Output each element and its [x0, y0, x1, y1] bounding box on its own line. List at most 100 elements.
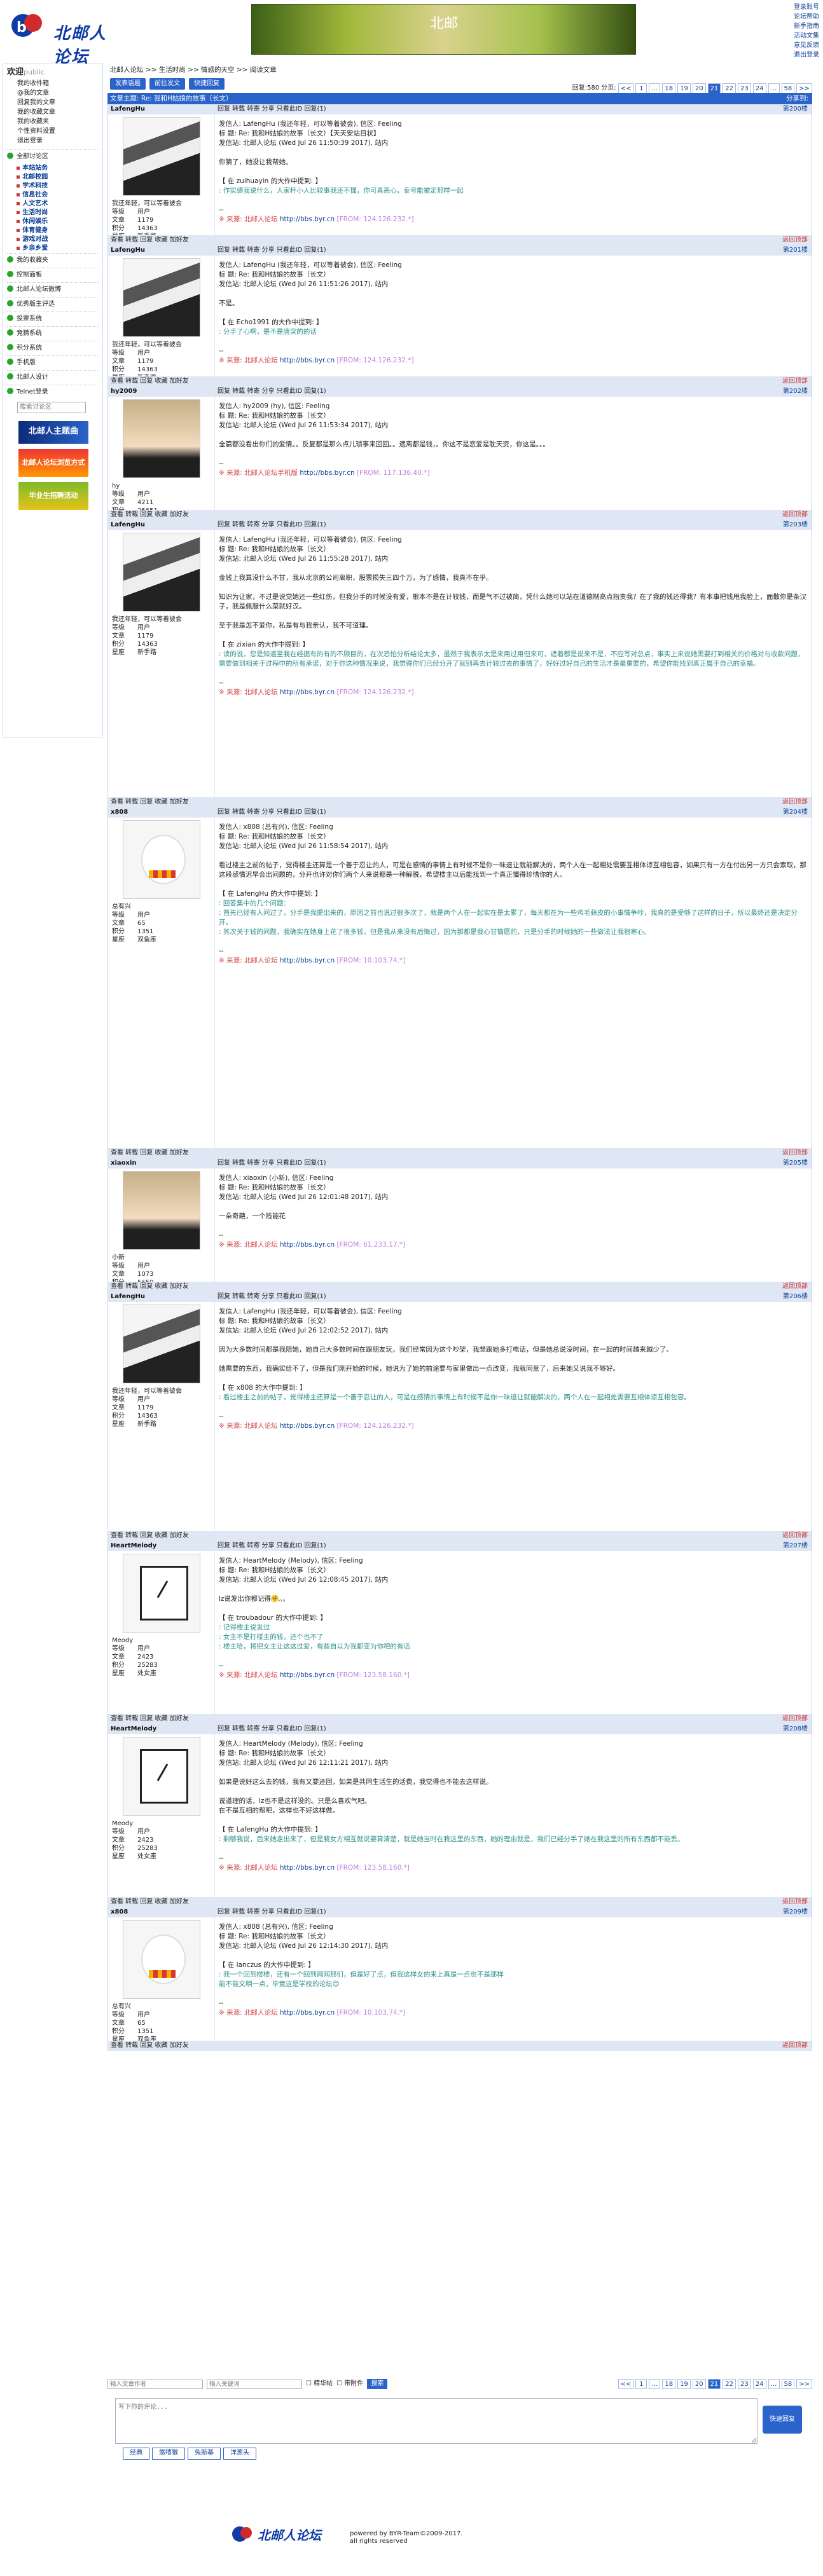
sidebar-link[interactable]: 我的收藏夹: [7, 117, 99, 127]
top-banner[interactable]: 北邮: [251, 4, 636, 55]
sidebar-sub-board[interactable]: 本站站务: [7, 164, 99, 173]
page-link[interactable]: <<: [618, 83, 634, 93]
post-footer-actions[interactable]: 查看 转载 回复 收藏 加好友: [111, 1715, 189, 1722]
page-link[interactable]: 21: [707, 2379, 721, 2389]
quick-reply-textarea[interactable]: [115, 2398, 757, 2444]
divider[interactable]: --: [219, 1999, 808, 2008]
avatar[interactable]: [122, 1305, 200, 1383]
page-link[interactable]: 22: [723, 2379, 737, 2389]
quick-reply-button[interactable]: 快速回复: [763, 2406, 802, 2434]
post-author[interactable]: HeartMelody: [111, 1725, 156, 1732]
page-link[interactable]: 18: [662, 83, 676, 93]
ad-recruit[interactable]: 毕业生招聘活动: [18, 481, 88, 510]
top-link[interactable]: 论坛帮助: [794, 13, 819, 20]
page-link[interactable]: 24: [752, 83, 766, 93]
back-to-top[interactable]: 返回顶部: [782, 1531, 808, 1541]
sidebar-link[interactable]: 个性资料设置: [7, 127, 99, 136]
post-footer-actions[interactable]: 查看 转载 回复 收藏 加好友: [111, 1149, 189, 1156]
post-author[interactable]: x808: [111, 1908, 128, 1915]
post-author[interactable]: LafengHu: [111, 106, 145, 113]
top-link[interactable]: 登录账号: [794, 4, 819, 11]
sidebar-link[interactable]: 我的收藏文章: [7, 107, 99, 117]
divider[interactable]: --: [219, 947, 808, 956]
source-link[interactable]: http://bbs.byr.cn: [278, 957, 337, 964]
post-footer-actions[interactable]: 查看 转载 回复 收藏 加好友: [111, 2042, 189, 2049]
back-to-top[interactable]: 返回顶部: [782, 2041, 808, 2051]
breadcrumb[interactable]: 北邮人论坛 >> 生活时尚 >> 情感的天空 >> 阅读文章: [107, 64, 812, 76]
post-footer-actions[interactable]: 查看 转载 回复 收藏 加好友: [111, 1898, 189, 1905]
page-link[interactable]: 18: [662, 2379, 676, 2389]
sidebar-link[interactable]: 退出登录: [7, 136, 99, 146]
avatar[interactable]: [122, 117, 200, 196]
source-link[interactable]: http://bbs.byr.cn: [278, 1422, 337, 1430]
sidebar-sub-board[interactable]: 休闲娱乐: [7, 217, 99, 226]
post-actions[interactable]: 回复 转载 转寄 分享 只看此ID 回复(1): [218, 387, 326, 397]
source-link[interactable]: http://bbs.byr.cn: [278, 357, 337, 364]
sidebar-section[interactable]: 北邮人设计: [7, 369, 99, 385]
sidebar-section[interactable]: 我的收藏夹: [7, 252, 99, 268]
page-link[interactable]: ...: [649, 83, 661, 93]
sidebar-sub-board[interactable]: 体育健身: [7, 226, 99, 235]
tab-new-topic[interactable]: 发表话题: [110, 78, 146, 90]
sidebar-section[interactable]: 积分系统: [7, 340, 99, 355]
post-footer-actions[interactable]: 查看 转载 回复 收藏 加好友: [111, 1532, 189, 1539]
source-link[interactable]: http://bbs.byr.cn: [298, 469, 357, 477]
sidebar-sub-board[interactable]: 人文艺术: [7, 200, 99, 209]
sidebar-sub-board[interactable]: 乡亲乡爱: [7, 244, 99, 253]
page-link[interactable]: 58: [781, 83, 795, 93]
divider[interactable]: --: [219, 1412, 808, 1422]
page-link[interactable]: <<: [618, 2379, 634, 2389]
avatar[interactable]: [122, 1171, 200, 1250]
back-to-top[interactable]: 返回顶部: [782, 1148, 808, 1158]
source-link[interactable]: http://bbs.byr.cn: [278, 2009, 337, 2017]
back-to-top[interactable]: 返回顶部: [782, 1714, 808, 1724]
divider[interactable]: --: [219, 346, 808, 356]
page-link[interactable]: ...: [768, 83, 780, 93]
avatar[interactable]: [122, 258, 200, 337]
sidebar-section[interactable]: 竞猜系统: [7, 325, 99, 341]
sidebar-section[interactable]: 控制面板: [7, 267, 99, 282]
divider[interactable]: --: [219, 205, 808, 215]
share-label[interactable]: 分享到:: [786, 93, 808, 104]
post-author[interactable]: LafengHu: [111, 247, 145, 254]
post-actions[interactable]: 回复 转载 转寄 分享 只看此ID 回复(1): [218, 1158, 326, 1168]
sidebar-sub-board[interactable]: 生活时尚: [7, 209, 99, 217]
emo-tab[interactable]: 洋葱头: [223, 2448, 256, 2460]
post-actions[interactable]: 回复 转载 转寄 分享 只看此ID 回复(1): [218, 104, 326, 114]
post-author[interactable]: LafengHu: [111, 521, 145, 528]
username[interactable]: public: [24, 68, 45, 76]
post-author[interactable]: x808: [111, 809, 128, 816]
checkbox-att[interactable]: ☐ 带附件: [336, 2380, 363, 2389]
sidebar-sub-board[interactable]: 游戏对战: [7, 235, 99, 244]
page-link[interactable]: 58: [781, 2379, 795, 2389]
top-link[interactable]: 活动文集: [794, 32, 819, 39]
post-footer-actions[interactable]: 查看 转载 回复 收藏 加好友: [111, 511, 189, 518]
avatar[interactable]: [122, 1920, 200, 1999]
search-button[interactable]: 搜索: [367, 2378, 388, 2390]
page-link[interactable]: >>: [796, 2379, 812, 2389]
top-link[interactable]: 退出登录: [794, 51, 819, 58]
emo-tab[interactable]: 经典: [123, 2448, 149, 2460]
sidebar-section[interactable]: Telnet登录: [7, 384, 99, 399]
ad-browse[interactable]: 北邮人论坛浏览方式: [18, 448, 88, 477]
post-footer-actions[interactable]: 查看 转载 回复 收藏 加好友: [111, 236, 189, 243]
post-actions[interactable]: 回复 转载 转寄 分享 只看此ID 回复(1): [218, 1292, 326, 1302]
page-link[interactable]: ...: [768, 2379, 780, 2389]
source-link[interactable]: http://bbs.byr.cn: [278, 1864, 337, 1872]
avatar[interactable]: [122, 533, 200, 612]
page-link[interactable]: 21: [707, 83, 721, 93]
post-author[interactable]: hy2009: [111, 388, 137, 395]
back-to-top[interactable]: 返回顶部: [782, 1897, 808, 1907]
tab-quick-reply[interactable]: 快捷回复: [189, 78, 225, 90]
page-link[interactable]: ...: [649, 2379, 661, 2389]
avatar[interactable]: [122, 399, 200, 478]
post-actions[interactable]: 回复 转载 转寄 分享 只看此ID 回复(1): [218, 1541, 326, 1551]
back-to-top[interactable]: 返回顶部: [782, 235, 808, 245]
sidebar-section[interactable]: 北邮人论坛微博: [7, 282, 99, 297]
emo-tab[interactable]: 兔斯基: [188, 2448, 221, 2460]
top-link[interactable]: 意见反馈: [794, 42, 819, 49]
sidebar-section[interactable]: 投票系统: [7, 311, 99, 326]
post-actions[interactable]: 回复 转载 转寄 分享 只看此ID 回复(1): [218, 520, 326, 530]
divider[interactable]: --: [219, 678, 808, 688]
post-author[interactable]: xiaoxin: [111, 1160, 137, 1167]
